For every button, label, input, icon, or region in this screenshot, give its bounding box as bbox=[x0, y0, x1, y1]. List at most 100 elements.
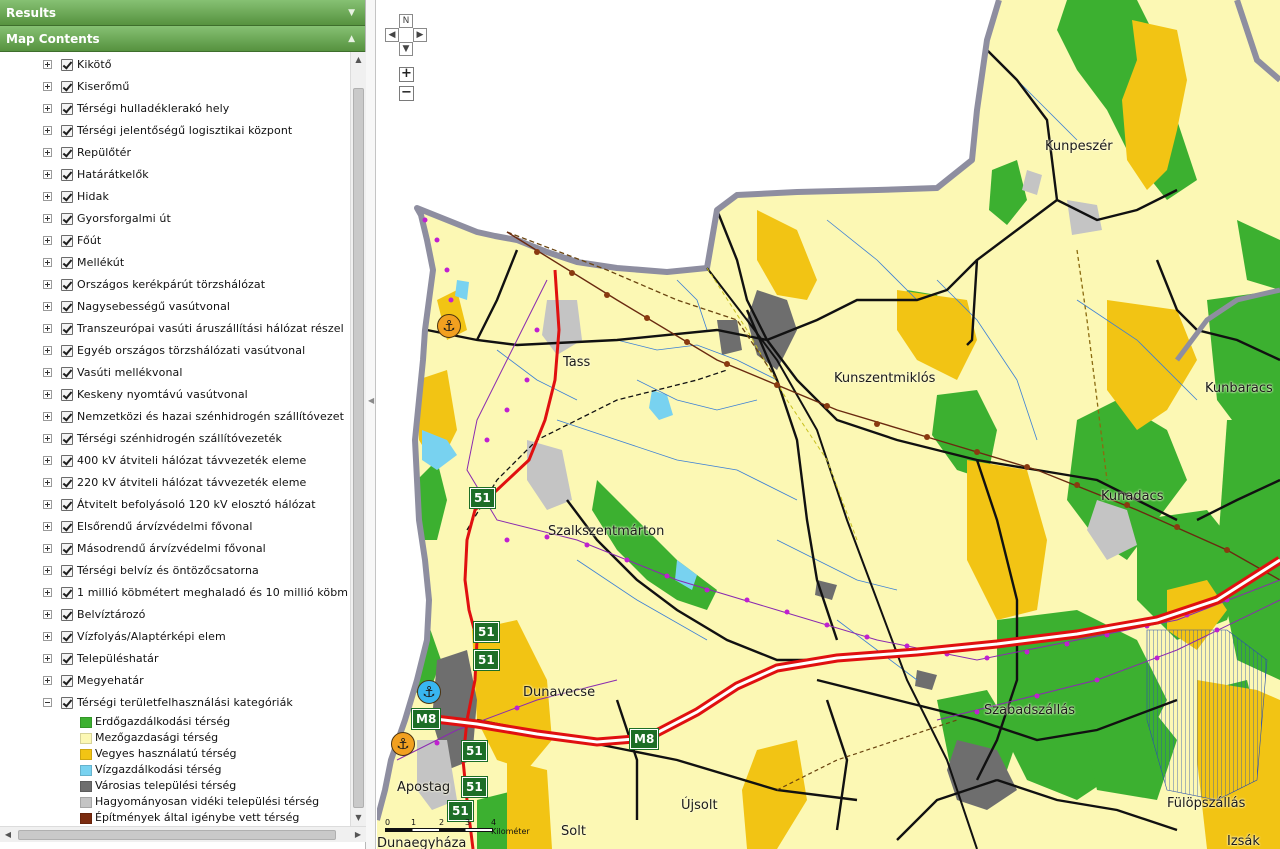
layer-visibility-checkbox[interactable] bbox=[61, 653, 73, 665]
layer-visibility-checkbox[interactable] bbox=[61, 81, 73, 93]
panel-splitter[interactable]: ◀ bbox=[366, 0, 376, 849]
expand-toggle-icon[interactable] bbox=[43, 368, 52, 377]
layer-row[interactable]: Mellékút bbox=[0, 252, 350, 274]
map-canvas[interactable] bbox=[377, 0, 1280, 849]
scroll-up-arrow-icon[interactable]: ▲ bbox=[351, 52, 366, 68]
layer-row[interactable]: Településhatár bbox=[0, 648, 350, 670]
layer-row[interactable]: Repülőtér bbox=[0, 142, 350, 164]
layer-row[interactable]: Térségi jelentőségű logisztikai központ bbox=[0, 120, 350, 142]
layer-row[interactable]: Elsőrendű árvízvédelmi fővonal bbox=[0, 516, 350, 538]
expand-toggle-icon[interactable] bbox=[43, 192, 52, 201]
layer-row[interactable]: Transzeurópai vasúti áruszállítási hálóz… bbox=[0, 318, 350, 340]
layer-visibility-checkbox[interactable] bbox=[61, 543, 73, 555]
collapse-toggle-icon[interactable] bbox=[43, 698, 52, 707]
vertical-scroll-thumb[interactable] bbox=[353, 88, 364, 808]
expand-toggle-icon[interactable] bbox=[43, 654, 52, 663]
layer-visibility-checkbox[interactable] bbox=[61, 345, 73, 357]
layer-visibility-checkbox[interactable] bbox=[61, 213, 73, 225]
map-view[interactable]: Kunpeszér Tass Kunszentmiklós Kunbaracs … bbox=[377, 0, 1280, 849]
port-anchor-icon[interactable]: ⚓ bbox=[391, 732, 415, 756]
layer-row[interactable]: Belvíztározó bbox=[0, 604, 350, 626]
expand-toggle-icon[interactable] bbox=[43, 170, 52, 179]
layer-row[interactable]: Egyéb országos törzshálózati vasútvonal bbox=[0, 340, 350, 362]
expand-toggle-icon[interactable] bbox=[43, 302, 52, 311]
layer-row[interactable]: Országos kerékpárút törzshálózat bbox=[0, 274, 350, 296]
results-header[interactable]: Results ▼ bbox=[0, 0, 365, 26]
layer-row[interactable]: Vízfolyás/Alaptérképi elem bbox=[0, 626, 350, 648]
layer-row[interactable]: Kiserőmű bbox=[0, 76, 350, 98]
expand-toggle-icon[interactable] bbox=[43, 522, 52, 531]
layer-visibility-checkbox[interactable] bbox=[61, 235, 73, 247]
map-contents-header[interactable]: Map Contents ▲ bbox=[0, 26, 365, 52]
layer-visibility-checkbox[interactable] bbox=[61, 631, 73, 643]
layer-visibility-checkbox[interactable] bbox=[61, 477, 73, 489]
layer-visibility-checkbox[interactable] bbox=[61, 565, 73, 577]
layer-row[interactable]: Határátkelők bbox=[0, 164, 350, 186]
layer-visibility-checkbox[interactable] bbox=[61, 191, 73, 203]
layer-visibility-checkbox[interactable] bbox=[61, 455, 73, 467]
layer-row[interactable]: Főút bbox=[0, 230, 350, 252]
layer-row[interactable]: Vasúti mellékvonal bbox=[0, 362, 350, 384]
pan-south-icon[interactable]: ▼ bbox=[399, 42, 413, 56]
layer-row[interactable]: Kikötő bbox=[0, 54, 350, 76]
layer-visibility-checkbox[interactable] bbox=[61, 103, 73, 115]
layer-visibility-checkbox[interactable] bbox=[61, 257, 73, 269]
layer-visibility-checkbox[interactable] bbox=[61, 587, 73, 599]
layer-row[interactable]: 400 kV átviteli hálózat távvezeték eleme bbox=[0, 450, 350, 472]
expand-toggle-icon[interactable] bbox=[43, 214, 52, 223]
expand-toggle-icon[interactable] bbox=[43, 456, 52, 465]
expand-toggle-icon[interactable] bbox=[43, 82, 52, 91]
expand-toggle-icon[interactable] bbox=[43, 148, 52, 157]
layer-visibility-checkbox[interactable] bbox=[61, 675, 73, 687]
pan-west-icon[interactable]: ◀ bbox=[385, 28, 399, 42]
expand-toggle-icon[interactable] bbox=[43, 126, 52, 135]
expand-toggle-icon[interactable] bbox=[43, 324, 52, 333]
layer-visibility-checkbox[interactable] bbox=[61, 279, 73, 291]
layer-visibility-checkbox[interactable] bbox=[61, 323, 73, 335]
expand-toggle-icon[interactable] bbox=[43, 676, 52, 685]
expand-toggle-icon[interactable] bbox=[43, 610, 52, 619]
layer-visibility-checkbox[interactable] bbox=[61, 389, 73, 401]
expand-toggle-icon[interactable] bbox=[43, 258, 52, 267]
layer-row[interactable]: 1 millió köbmétert meghaladó és 10 milli… bbox=[0, 582, 350, 604]
vertical-scrollbar[interactable]: ▲ ▼ bbox=[350, 52, 366, 826]
layer-visibility-checkbox[interactable] bbox=[61, 433, 73, 445]
expand-toggle-icon[interactable] bbox=[43, 588, 52, 597]
layer-visibility-checkbox[interactable] bbox=[61, 499, 73, 511]
layer-row[interactable]: Térségi szénhidrogén szállítóvezeték bbox=[0, 428, 350, 450]
pan-north-button[interactable]: N bbox=[399, 14, 413, 28]
expand-toggle-icon[interactable] bbox=[43, 500, 52, 509]
chevron-up-icon[interactable]: ▲ bbox=[348, 26, 355, 52]
expand-toggle-icon[interactable] bbox=[43, 104, 52, 113]
pan-east-icon[interactable]: ▶ bbox=[413, 28, 427, 42]
expand-toggle-icon[interactable] bbox=[43, 236, 52, 245]
chevron-down-icon[interactable]: ▼ bbox=[348, 0, 355, 26]
scroll-down-arrow-icon[interactable]: ▼ bbox=[351, 810, 366, 826]
layer-row[interactable]: Másodrendű árvízvédelmi fővonal bbox=[0, 538, 350, 560]
layer-row[interactable]: Térségi területfelhasználási kategóriák bbox=[0, 692, 350, 714]
layer-visibility-checkbox[interactable] bbox=[61, 125, 73, 137]
expand-toggle-icon[interactable] bbox=[43, 478, 52, 487]
layer-row[interactable]: Hidak bbox=[0, 186, 350, 208]
layer-visibility-checkbox[interactable] bbox=[61, 609, 73, 621]
expand-toggle-icon[interactable] bbox=[43, 60, 52, 69]
layer-row[interactable]: Gyorsforgalmi út bbox=[0, 208, 350, 230]
layer-row[interactable]: Térségi hulladéklerakó hely bbox=[0, 98, 350, 120]
layer-row[interactable]: Megyehatár bbox=[0, 670, 350, 692]
scroll-right-arrow-icon[interactable]: ▶ bbox=[350, 827, 366, 843]
expand-toggle-icon[interactable] bbox=[43, 390, 52, 399]
layer-visibility-checkbox[interactable] bbox=[61, 169, 73, 181]
collapse-arrow-icon[interactable]: ◀ bbox=[368, 396, 374, 405]
port-anchor-icon[interactable]: ⚓ bbox=[417, 680, 441, 704]
layer-row[interactable]: Keskeny nyomtávú vasútvonal bbox=[0, 384, 350, 406]
layer-visibility-checkbox[interactable] bbox=[61, 301, 73, 313]
horizontal-scroll-thumb[interactable] bbox=[18, 830, 336, 840]
layer-visibility-checkbox[interactable] bbox=[61, 697, 73, 709]
layer-row[interactable]: Nagysebességű vasútvonal bbox=[0, 296, 350, 318]
layer-visibility-checkbox[interactable] bbox=[61, 411, 73, 423]
layer-row[interactable]: Átvitelt befolyásoló 120 kV elosztó háló… bbox=[0, 494, 350, 516]
expand-toggle-icon[interactable] bbox=[43, 434, 52, 443]
expand-toggle-icon[interactable] bbox=[43, 412, 52, 421]
zoom-in-button[interactable]: + bbox=[399, 67, 414, 82]
port-anchor-icon[interactable]: ⚓ bbox=[437, 314, 461, 338]
